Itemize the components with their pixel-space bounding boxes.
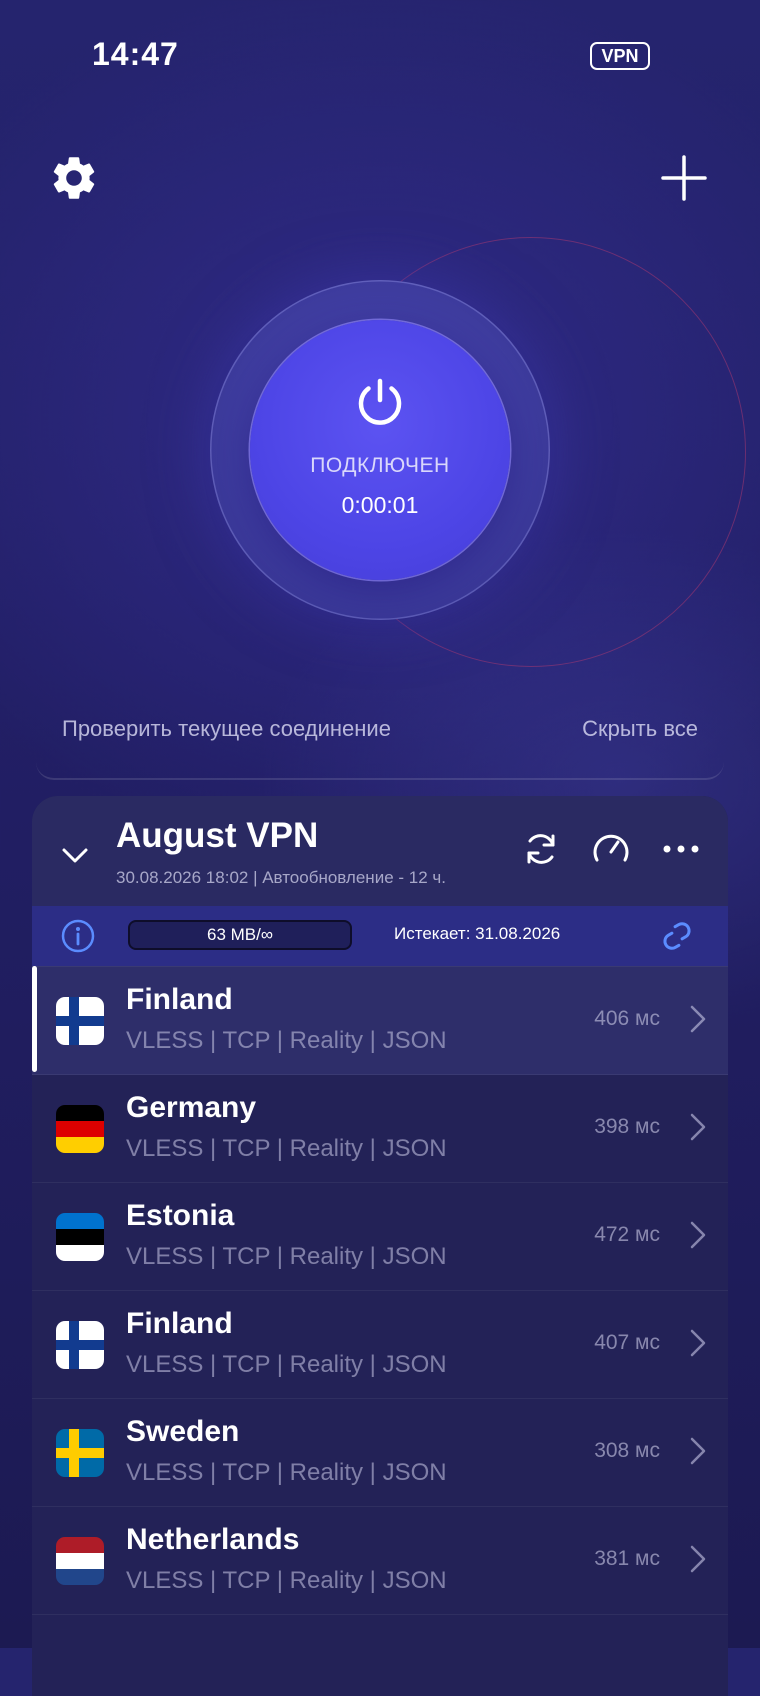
- connection-status: ПОДКЛЮЧЕН: [310, 454, 450, 477]
- collapsed-section-edge: [36, 762, 724, 780]
- group-title: August VPN: [116, 816, 319, 855]
- chevron-right-icon: [690, 1005, 706, 1033]
- refresh-icon[interactable]: [518, 826, 564, 872]
- server-name: Netherlands: [126, 1523, 300, 1556]
- estonia-flag-icon: [56, 1213, 104, 1261]
- netherlands-flag-icon: [56, 1537, 104, 1585]
- group-subtitle: 30.08.2026 18:02 | Автообновление - 12 ч…: [116, 868, 446, 887]
- server-name: Finland: [126, 983, 233, 1016]
- sweden-flag-icon: [56, 1429, 104, 1477]
- status-time: 14:47: [92, 36, 179, 72]
- server-protocol: VLESS | TCP | Reality | JSON: [126, 1567, 447, 1594]
- germany-flag-icon: [56, 1105, 104, 1153]
- power-button[interactable]: ПОДКЛЮЧЕН 0:00:01: [250, 320, 510, 580]
- server-row[interactable]: Germany VLESS | TCP | Reality | JSON 398…: [32, 1074, 728, 1183]
- check-connection-link[interactable]: Проверить текущее соединение: [62, 716, 391, 742]
- speedometer-icon[interactable]: [588, 826, 634, 872]
- active-server-indicator: [32, 966, 37, 1072]
- server-row[interactable]: Finland VLESS | TCP | Reality | JSON 406…: [32, 966, 728, 1075]
- server-row[interactable]: Estonia VLESS | TCP | Reality | JSON 472…: [32, 1182, 728, 1291]
- power-icon: [358, 378, 402, 425]
- server-protocol: VLESS | TCP | Reality | JSON: [126, 1243, 447, 1270]
- vpn-status-badge: VPN: [590, 42, 650, 70]
- server-ping: 472 мс: [594, 1223, 660, 1246]
- server-row[interactable]: Finland VLESS | TCP | Reality | JSON 407…: [32, 1290, 728, 1399]
- hide-all-link[interactable]: Скрыть все: [582, 716, 698, 742]
- group-header: August VPN 30.08.2026 18:02 | Автообновл…: [32, 796, 728, 906]
- more-options-icon[interactable]: [658, 826, 704, 872]
- server-ping: 308 мс: [594, 1439, 660, 1462]
- server-ping: 381 мс: [594, 1547, 660, 1570]
- expiry-date: Истекает: 31.08.2026: [394, 924, 561, 943]
- server-name: Finland: [126, 1307, 233, 1340]
- server-row[interactable]: Sweden VLESS | TCP | Reality | JSON 308 …: [32, 1398, 728, 1507]
- server-name: Estonia: [126, 1199, 235, 1232]
- server-ping: 398 мс: [594, 1115, 660, 1138]
- server-protocol: VLESS | TCP | Reality | JSON: [126, 1027, 447, 1054]
- settings-gear-icon[interactable]: [46, 150, 102, 206]
- subscription-info-bar: 63 MB/∞ Истекает: 31.08.2026: [32, 906, 728, 966]
- server-protocol: VLESS | TCP | Reality | JSON: [126, 1351, 447, 1378]
- server-ping: 407 мс: [594, 1331, 660, 1354]
- chevron-right-icon: [690, 1437, 706, 1465]
- server-row-partial[interactable]: [32, 1614, 728, 1696]
- server-name: Germany: [126, 1091, 257, 1124]
- chevron-right-icon: [690, 1545, 706, 1573]
- collapse-chevron-down-icon[interactable]: [58, 838, 92, 872]
- info-icon[interactable]: [60, 918, 96, 954]
- traffic-usage: 63 MB/∞: [128, 920, 352, 950]
- server-protocol: VLESS | TCP | Reality | JSON: [126, 1459, 447, 1486]
- server-ping: 406 мс: [594, 1007, 660, 1030]
- server-name: Sweden: [126, 1415, 240, 1448]
- server-group-panel: August VPN 30.08.2026 18:02 | Автообновл…: [32, 796, 728, 1696]
- link-icon[interactable]: [658, 920, 696, 952]
- finland-flag-icon: [56, 997, 104, 1045]
- chevron-right-icon: [690, 1113, 706, 1141]
- connection-timer: 0:00:01: [341, 492, 419, 518]
- add-plus-icon[interactable]: [656, 150, 712, 206]
- server-row[interactable]: Netherlands VLESS | TCP | Reality | JSON…: [32, 1506, 728, 1615]
- server-protocol: VLESS | TCP | Reality | JSON: [126, 1135, 447, 1162]
- finland-flag-icon: [56, 1321, 104, 1369]
- chevron-right-icon: [690, 1329, 706, 1357]
- chevron-right-icon: [690, 1221, 706, 1249]
